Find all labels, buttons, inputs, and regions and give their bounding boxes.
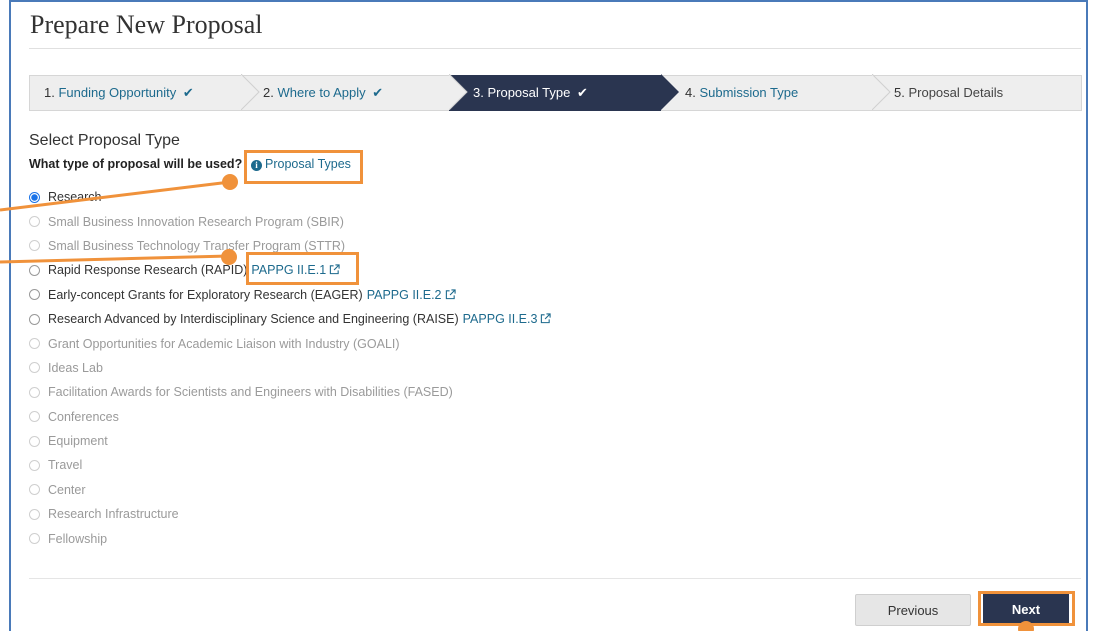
option-label: Early-concept Grants for Exploratory Res… [48,287,363,302]
radio-button [29,459,40,471]
next-button[interactable]: Next [983,594,1069,624]
option-fellowship: Fellowship [29,526,829,550]
option-goali: Grant Opportunities for Academic Liaison… [29,331,829,355]
step-number: 2. [263,85,274,100]
option-label: Travel [48,458,83,473]
annotation-dot [1018,621,1034,631]
option-raise[interactable]: Research Advanced by Interdisciplinary S… [29,307,829,331]
option-eager[interactable]: Early-concept Grants for Exploratory Res… [29,283,829,307]
step-number: 1. [44,85,55,100]
radio-button [29,435,40,447]
external-link-icon [330,264,340,275]
info-icon: i [251,160,262,171]
page-title: Prepare New Proposal [30,10,263,39]
radio-button[interactable] [29,289,40,301]
step-number: 3. [473,85,484,100]
radio-button [29,240,40,252]
step-label: Submission Type [699,85,799,100]
option-sbir: Small Business Innovation Research Progr… [29,209,829,233]
pappg-link-label: PAPPG II.E.1 [251,263,327,278]
step-separator-icon [661,74,679,110]
step-label: Proposal Type [487,85,571,100]
pappg-link-label: PAPPG II.E.2 [366,287,442,302]
pappg-link-raise[interactable]: PAPPG II.E.3 [463,312,552,326]
radio-button [29,362,40,374]
step-funding-opportunity[interactable]: 1. Funding Opportunity ✔ [29,75,241,111]
title-divider [29,48,1081,49]
option-label: Research Advanced by Interdisciplinary S… [48,312,459,327]
pappg-link-label: PAPPG II.E.3 [462,312,538,327]
annotation-dot [222,174,238,190]
radio-button [29,533,40,545]
option-label: Center [48,482,86,497]
pappg-link-eager[interactable]: PAPPG II.E.2 [367,288,456,302]
step-label: Proposal Details [908,85,1004,100]
option-label: Facilitation Awards for Scientists and E… [48,385,453,400]
step-submission-type[interactable]: 4. Submission Type [661,75,872,111]
option-sttr: Small Business Technology Transfer Progr… [29,234,829,258]
radio-button [29,508,40,520]
option-research-infrastructure: Research Infrastructure [29,502,829,526]
option-conferences: Conferences [29,405,829,429]
option-label: Fellowship [48,531,108,546]
radio-button[interactable] [29,264,40,276]
radio-button [29,216,40,228]
radio-button [29,386,40,398]
option-center: Center [29,478,829,502]
annotation-dot [221,249,237,265]
radio-button [29,338,40,350]
option-label: Equipment [48,434,108,449]
option-rapid[interactable]: Rapid Response Research (RAPID) PAPPG II… [29,258,829,282]
check-icon: ✔ [576,85,588,100]
radio-button[interactable] [29,191,40,203]
step-proposal-details[interactable]: 5. Proposal Details [872,75,1082,111]
radio-button [29,411,40,423]
pappg-link-rapid[interactable]: PAPPG II.E.1 [251,263,340,277]
radio-button [29,484,40,496]
step-separator-icon [241,74,260,110]
step-label: Funding Opportunity [58,85,177,100]
option-travel: Travel [29,453,829,477]
option-ideas-lab: Ideas Lab [29,356,829,380]
proposal-types-link[interactable]: i Proposal Types [251,157,351,171]
footer-divider [29,578,1081,579]
option-equipment: Equipment [29,429,829,453]
step-separator-icon [449,74,468,110]
step-number: 5. [894,85,905,100]
option-label: Small Business Innovation Research Progr… [48,214,344,229]
option-research[interactable]: Research [29,185,829,209]
radio-button[interactable] [29,313,40,325]
option-label: Grant Opportunities for Academic Liaison… [48,336,400,351]
proposal-type-options: Research Small Business Innovation Resea… [29,185,829,551]
check-icon: ✔ [372,85,384,100]
step-number: 4. [685,85,696,100]
wizard-stepper: 1. Funding Opportunity ✔ 2. Where to App… [29,74,1082,111]
option-label: Ideas Lab [48,360,103,375]
external-link-icon [541,313,552,324]
option-label: Rapid Response Research (RAPID) [48,263,248,278]
step-label: Where to Apply [277,85,366,100]
option-label: Small Business Technology Transfer Progr… [48,238,346,253]
step-proposal-type[interactable]: 3. Proposal Type ✔ [449,75,661,111]
option-fased: Facilitation Awards for Scientists and E… [29,380,829,404]
external-link-icon [445,289,456,299]
check-icon: ✔ [182,85,194,100]
proposal-type-question: What type of proposal will be used? [29,157,243,171]
option-label: Research [48,190,102,205]
option-label: Conferences [48,409,119,424]
section-title: Select Proposal Type [29,132,180,149]
proposal-types-link-label: Proposal Types [265,157,351,171]
step-separator-icon [872,74,891,110]
option-label: Research Infrastructure [48,507,179,522]
step-where-to-apply[interactable]: 2. Where to Apply ✔ [241,75,453,111]
previous-button[interactable]: Previous [855,594,971,626]
